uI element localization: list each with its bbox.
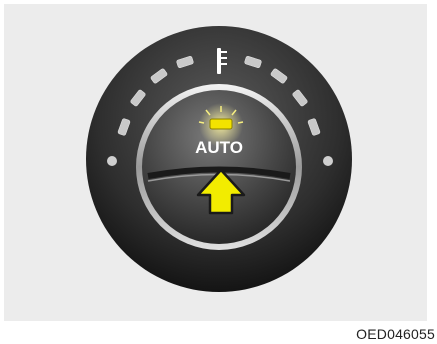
auto-label: AUTO xyxy=(195,138,243,157)
figure-code: OED046055 xyxy=(356,326,435,342)
right-marker-dot xyxy=(323,156,333,166)
left-marker-dot xyxy=(107,156,117,166)
climate-control-knob: AUTO xyxy=(86,26,352,292)
